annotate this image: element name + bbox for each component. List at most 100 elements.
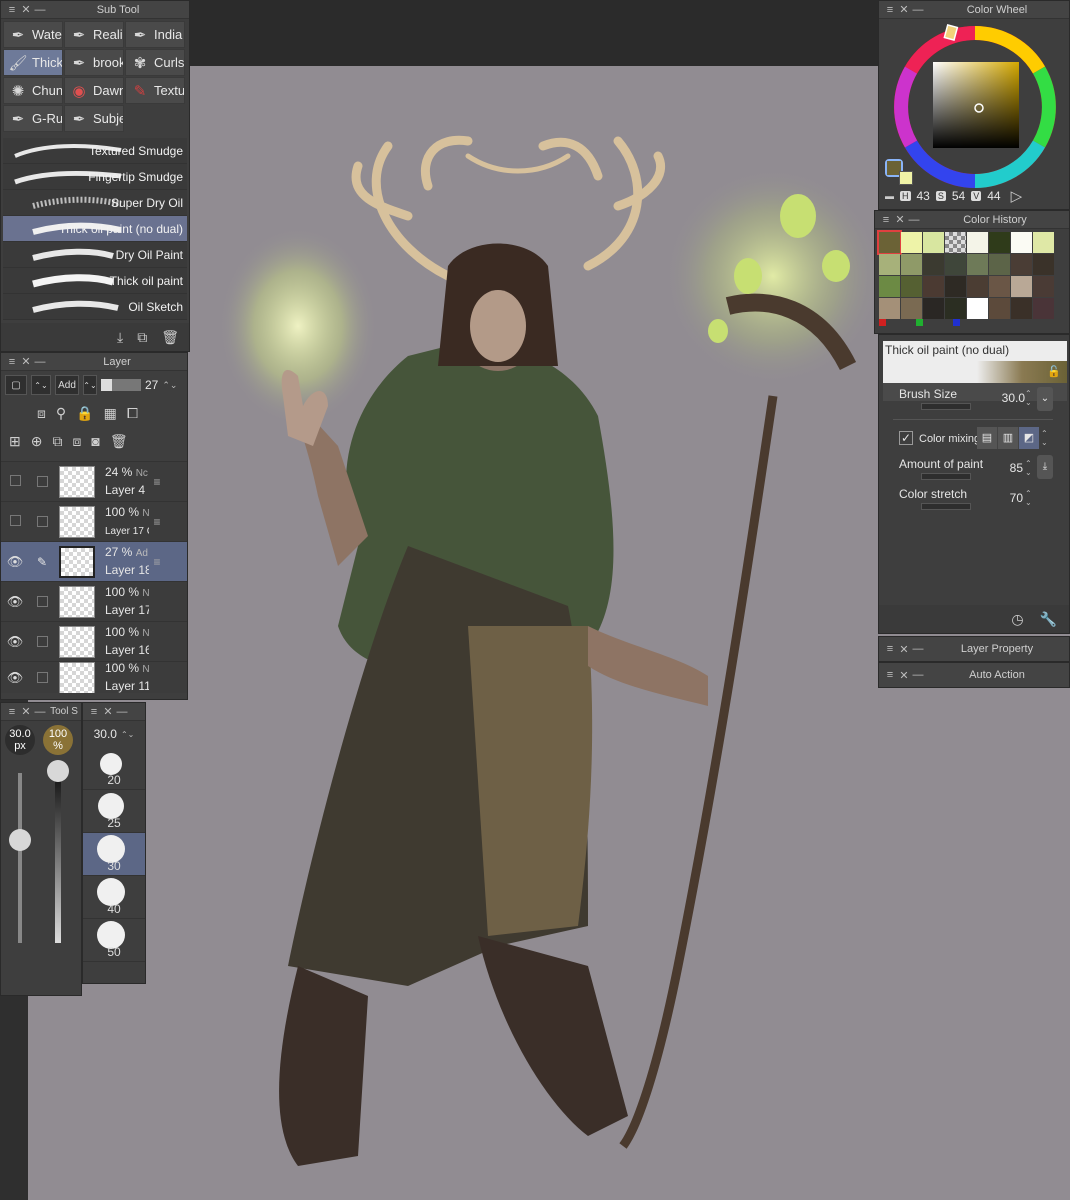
color-swatch[interactable] bbox=[923, 276, 944, 297]
mix-mode-1-icon[interactable]: ▤ bbox=[977, 427, 998, 449]
brush-size-slider[interactable] bbox=[921, 403, 971, 410]
stepper-icon[interactable]: ⌃⌄ bbox=[31, 375, 51, 395]
tool-dawn[interactable]: ◉ Dawn bbox=[64, 77, 124, 104]
tool-g-ru[interactable]: ✒ G-Ru bbox=[3, 105, 63, 132]
layer-row[interactable]: 24 % Nc Layer 4 ≡ bbox=[1, 461, 187, 501]
tool-chunl[interactable]: ✺ Chunl bbox=[3, 77, 63, 104]
stretch-slider[interactable] bbox=[921, 503, 971, 510]
tool-brook[interactable]: ✒ brook bbox=[64, 49, 124, 76]
tool-subje[interactable]: ✒ Subje bbox=[64, 105, 124, 132]
menu-icon[interactable]: ≡ bbox=[5, 706, 19, 718]
tool-water[interactable]: ✒ Water bbox=[3, 21, 63, 48]
layer-color-box[interactable]: ▢ bbox=[5, 375, 27, 395]
mask-add-icon[interactable]: ◙ bbox=[91, 433, 99, 449]
color-swatch[interactable] bbox=[989, 276, 1010, 297]
layer-row-selected[interactable]: 👁 ✎ 27 % Ad Layer 18 ≡ bbox=[1, 541, 187, 581]
menu-icon[interactable]: ≡ bbox=[879, 214, 893, 226]
pencil-icon[interactable]: ✎ bbox=[29, 555, 55, 569]
color-swatch[interactable] bbox=[1033, 298, 1054, 319]
eye-icon[interactable]: 👁 bbox=[1, 634, 29, 650]
layer-row[interactable]: 👁 100 % N Layer 17 bbox=[1, 581, 187, 621]
tool-curls[interactable]: ✾ Curls bbox=[125, 49, 185, 76]
color-swatch[interactable] bbox=[1033, 232, 1054, 253]
brush-size-item[interactable]: 40 bbox=[83, 876, 145, 919]
color-swatch[interactable] bbox=[1011, 232, 1032, 253]
play-circle-icon[interactable]: ▷ bbox=[1011, 187, 1023, 205]
copy-layer-icon[interactable]: ⧉ bbox=[52, 433, 62, 450]
color-swatch[interactable] bbox=[945, 232, 966, 253]
stepper-icon[interactable]: ⌃⌄ bbox=[162, 380, 177, 391]
stepper-icon[interactable]: ⌃⌄ bbox=[83, 375, 97, 395]
layer-property-panel[interactable]: ≡ ✕ — Layer Property bbox=[878, 636, 1070, 662]
layer-menu-icon[interactable]: ≡ bbox=[149, 475, 165, 489]
layer-row[interactable]: 👁 100 % N Layer 11 bbox=[1, 661, 187, 693]
minimize-icon[interactable]: — bbox=[115, 706, 129, 718]
brush-item[interactable]: Textured Smudge bbox=[3, 138, 187, 164]
trash-icon[interactable]: 🗑 bbox=[161, 329, 179, 346]
blend-mode-select[interactable]: Add bbox=[55, 375, 79, 395]
close-icon[interactable]: ✕ bbox=[19, 3, 33, 16]
mix-mode-2-icon[interactable]: ▥ bbox=[998, 427, 1019, 449]
close-icon[interactable]: ✕ bbox=[897, 643, 911, 656]
minimize-icon[interactable]: — bbox=[911, 4, 925, 16]
color-swatch[interactable] bbox=[879, 254, 900, 275]
edit-toggle[interactable] bbox=[29, 516, 55, 527]
trash-icon[interactable]: 🗑 bbox=[110, 433, 128, 450]
layer-row[interactable]: 100 % NLayer 17 C ≡ bbox=[1, 501, 187, 541]
mix-mode-3-icon[interactable]: ◩ bbox=[1019, 427, 1039, 449]
close-icon[interactable]: ✕ bbox=[897, 669, 911, 682]
color-swatch[interactable] bbox=[967, 254, 988, 275]
minimize-icon[interactable]: — bbox=[907, 214, 921, 226]
unlock-icon[interactable]: 🔓 bbox=[1047, 365, 1061, 378]
eye-icon[interactable]: 👁 bbox=[1, 594, 29, 610]
mixing-mode-selector[interactable]: ▤ ▥ ◩ bbox=[977, 427, 1039, 449]
size-slider[interactable] bbox=[18, 773, 22, 943]
minimize-icon[interactable]: — bbox=[33, 356, 47, 368]
opacity-slider[interactable] bbox=[101, 379, 141, 391]
color-swatch[interactable] bbox=[901, 276, 922, 297]
color-swatch[interactable] bbox=[989, 232, 1010, 253]
layer-menu-icon[interactable]: ≡ bbox=[149, 515, 165, 529]
visibility-toggle[interactable] bbox=[1, 514, 29, 529]
color-swatch[interactable] bbox=[989, 298, 1010, 319]
minimize-icon[interactable]: — bbox=[911, 643, 925, 655]
color-swatch[interactable] bbox=[989, 254, 1010, 275]
color-swatch[interactable] bbox=[901, 298, 922, 319]
amount-slider[interactable] bbox=[921, 473, 971, 480]
new-layer-icon[interactable]: ⊞ bbox=[9, 433, 21, 450]
lock-icon[interactable]: 🔒 bbox=[76, 405, 93, 422]
opacity-slider-knob[interactable] bbox=[47, 760, 69, 782]
auto-action-panel[interactable]: ≡ ✕ — Auto Action bbox=[878, 662, 1070, 688]
color-swatch[interactable] bbox=[1033, 254, 1054, 275]
merge-layer-icon[interactable]: ⧈ bbox=[72, 433, 81, 450]
stepper-icon[interactable]: ⌃⌄ bbox=[1025, 389, 1032, 407]
tool-realis[interactable]: ✒Realis bbox=[64, 21, 124, 48]
color-swatch[interactable] bbox=[879, 298, 900, 319]
stepper-icon[interactable]: ⌃⌄ bbox=[1041, 429, 1048, 447]
amount-dropdown-icon[interactable]: ⤓ bbox=[1037, 455, 1053, 479]
close-icon[interactable]: ✕ bbox=[897, 3, 911, 16]
color-swatch[interactable] bbox=[923, 232, 944, 253]
color-swatch[interactable] bbox=[1011, 298, 1032, 319]
color-swatch[interactable] bbox=[945, 276, 966, 297]
menu-icon[interactable]: ≡ bbox=[883, 643, 897, 655]
edit-toggle[interactable] bbox=[29, 596, 55, 607]
brush-size-item[interactable]: 50 bbox=[83, 919, 145, 962]
wrench-icon[interactable]: 🔧 bbox=[1040, 611, 1057, 628]
brush-item[interactable]: Thick oil paint bbox=[3, 268, 187, 294]
brush-size-item[interactable]: 20 bbox=[83, 747, 145, 790]
color-swatch[interactable] bbox=[1033, 276, 1054, 297]
layer-row[interactable]: 👁 100 % N Layer 16 bbox=[1, 621, 187, 661]
menu-icon[interactable]: ≡ bbox=[87, 706, 101, 718]
brush-item-selected[interactable]: Thick oil paint (no dual) bbox=[3, 216, 187, 242]
color-swatch[interactable] bbox=[967, 276, 988, 297]
visibility-toggle[interactable] bbox=[1, 474, 29, 489]
layer-menu-icon[interactable]: ≡ bbox=[149, 555, 165, 569]
stepper-icon[interactable]: ⌃⌄ bbox=[121, 730, 134, 739]
brush-item[interactable]: Fingertip Smudge bbox=[3, 164, 187, 190]
color-wheel[interactable] bbox=[879, 19, 1070, 189]
brush-size-item-selected[interactable]: 30 bbox=[83, 833, 145, 876]
color-swatch[interactable] bbox=[923, 254, 944, 275]
opacity-slider[interactable] bbox=[55, 773, 61, 943]
color-swatch[interactable] bbox=[923, 298, 944, 319]
